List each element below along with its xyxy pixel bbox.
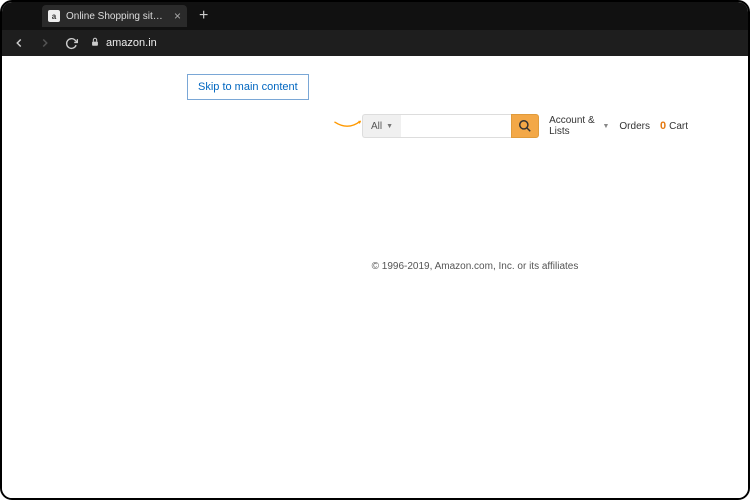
footer-copyright: © 1996-2019, Amazon.com, Inc. or its aff… xyxy=(2,261,748,272)
new-tab-button[interactable]: + xyxy=(199,7,208,25)
orders-link[interactable]: Orders xyxy=(619,121,650,132)
close-tab-icon[interactable]: × xyxy=(174,9,181,23)
orders-label: Orders xyxy=(619,121,650,132)
cart-count: 0 xyxy=(660,120,666,132)
cart-label: Cart xyxy=(669,121,688,132)
back-button[interactable] xyxy=(12,36,26,50)
browser-tab[interactable]: a Online Shopping site in India: Shop × xyxy=(42,5,187,27)
page-content: Skip to main content All ▼ Accoun xyxy=(2,56,748,498)
caret-down-icon: ▼ xyxy=(602,123,609,130)
account-and-lists-link[interactable]: Account & Lists ▼ xyxy=(549,115,609,137)
url-display[interactable]: amazon.in xyxy=(90,37,157,50)
top-nav: All ▼ Account & Lists ▼ Orders 0 C xyxy=(332,112,688,140)
lock-icon xyxy=(90,37,100,50)
search-icon xyxy=(518,119,532,133)
forward-button[interactable] xyxy=(38,36,52,50)
tab-bar: a Online Shopping site in India: Shop × … xyxy=(2,2,748,30)
address-bar: amazon.in xyxy=(2,30,748,56)
reload-button[interactable] xyxy=(64,36,78,50)
browser-window: a Online Shopping site in India: Shop × … xyxy=(0,0,750,500)
cart-link[interactable]: 0 Cart xyxy=(660,120,688,132)
search-category-label: All xyxy=(371,121,382,132)
caret-down-icon: ▼ xyxy=(386,123,393,130)
tab-title: Online Shopping site in India: Shop xyxy=(66,11,168,22)
search-input[interactable] xyxy=(401,114,511,138)
search-button[interactable] xyxy=(511,114,539,138)
search-bar: All ▼ xyxy=(362,114,539,138)
account-label: Account & Lists xyxy=(549,115,599,137)
search-category-dropdown[interactable]: All ▼ xyxy=(362,114,401,138)
favicon-icon: a xyxy=(48,10,60,22)
url-text: amazon.in xyxy=(106,37,157,49)
skip-to-main-link[interactable]: Skip to main content xyxy=(187,74,309,100)
